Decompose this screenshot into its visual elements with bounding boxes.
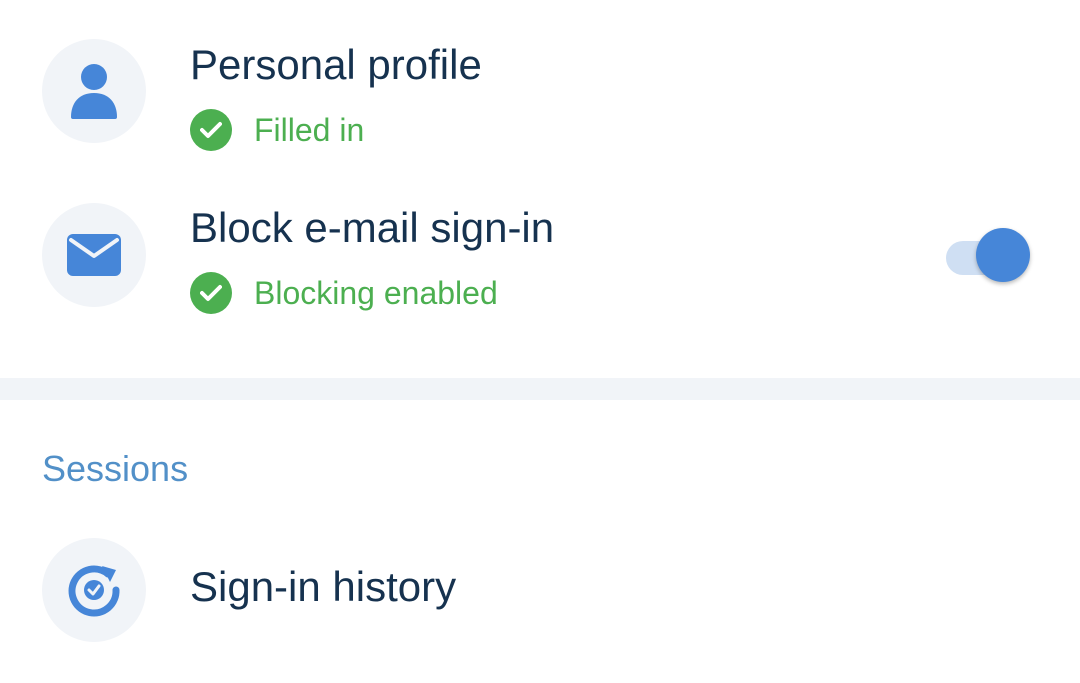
block-email-status: Blocking enabled xyxy=(190,272,498,314)
status-text-filled-in: Filled in xyxy=(254,112,365,148)
section-divider xyxy=(0,378,1080,400)
sign-in-history-title: Sign-in history xyxy=(190,563,457,610)
block-email-sign-in-row[interactable]: Block e-mail sign-in Blocking enabled xyxy=(0,193,1080,323)
sign-in-history-row[interactable]: Sign-in history xyxy=(0,530,1080,650)
block-email-toggle[interactable] xyxy=(946,228,1030,282)
history-icon-container xyxy=(42,538,146,642)
check-circle-icon xyxy=(190,272,232,314)
history-icon xyxy=(68,565,120,617)
check-circle-icon xyxy=(190,109,232,151)
block-email-title: Block e-mail sign-in xyxy=(190,204,555,251)
personal-profile-title: Personal profile xyxy=(190,41,482,88)
toggle-knob xyxy=(976,228,1030,282)
personal-profile-status: Filled in xyxy=(190,109,364,151)
envelope-icon-container xyxy=(42,203,146,307)
status-text-blocking-enabled: Blocking enabled xyxy=(254,275,498,311)
sessions-section-header: Sessions xyxy=(42,448,189,489)
user-icon xyxy=(71,64,117,119)
personal-profile-row[interactable]: Personal profile Filled in xyxy=(0,30,1080,160)
user-icon-container xyxy=(42,39,146,143)
envelope-icon xyxy=(67,234,121,276)
account-settings-screen: Personal profile Filled in Block e-mail … xyxy=(0,0,1080,683)
